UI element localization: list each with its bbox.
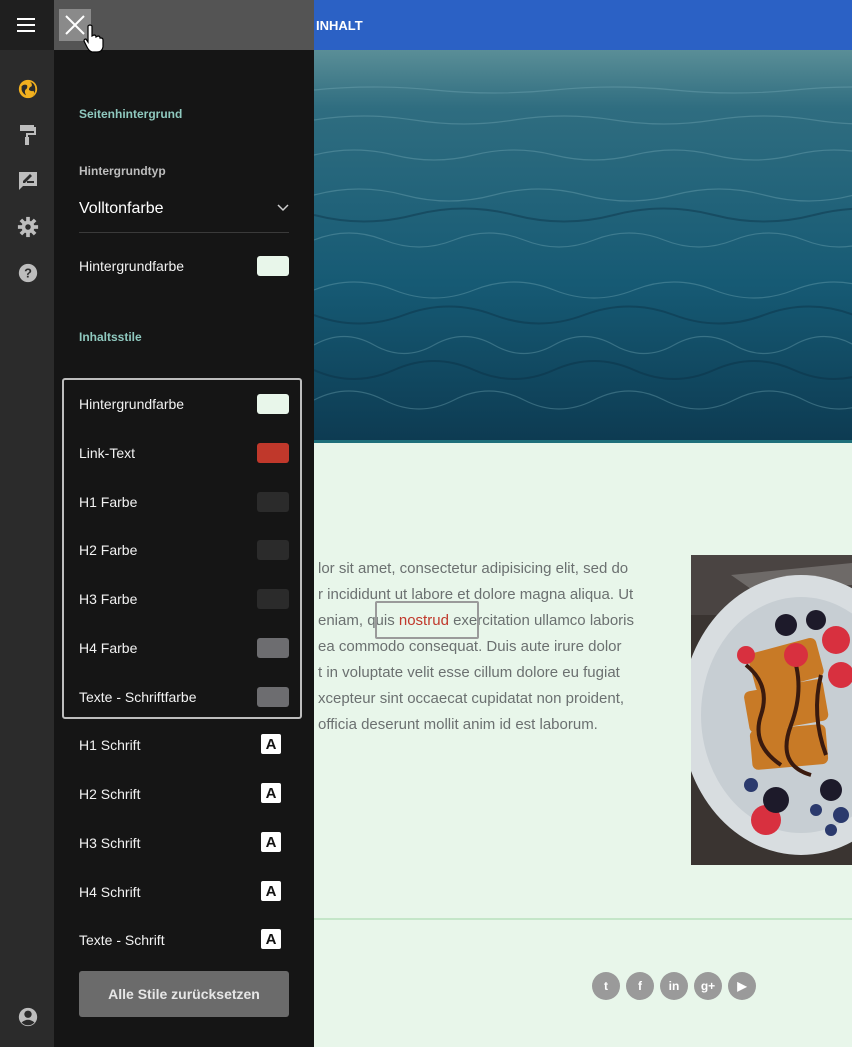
account-icon[interactable] — [14, 1003, 42, 1031]
paragraph-line: officia deserunt mollit anim id est labo… — [318, 716, 598, 733]
page-background-color-swatch[interactable] — [257, 256, 289, 276]
color-row-label: H1 Farbe — [79, 494, 138, 510]
font-row[interactable]: H1 Schrift A — [79, 732, 289, 760]
hero-bottom-border — [314, 440, 852, 443]
font-icon[interactable]: A — [261, 832, 281, 852]
color-row-label: H2 Farbe — [79, 542, 138, 558]
color-row[interactable]: H4 Farbe — [79, 635, 289, 663]
color-swatch[interactable] — [257, 443, 289, 463]
page-background-color-row[interactable]: Hintergrundfarbe — [79, 253, 289, 281]
link-highlight-box — [375, 601, 479, 639]
icon-rail: ? — [0, 0, 54, 1047]
font-icon[interactable]: A — [261, 783, 281, 803]
font-row[interactable]: H2 Schrift A — [79, 781, 289, 809]
globe-icon[interactable] — [14, 75, 42, 103]
footer-divider — [314, 918, 852, 920]
section-title-content-styles: Inhaltsstile — [79, 330, 142, 344]
color-row-label: Texte - Schriftfarbe — [79, 689, 197, 705]
font-row[interactable]: H3 Schrift A — [79, 830, 289, 858]
paragraph-line: r incididunt ut labore et dolore magna a… — [318, 586, 634, 603]
color-row-label: Hintergrundfarbe — [79, 396, 185, 412]
color-swatch[interactable] — [257, 540, 289, 560]
gear-icon[interactable] — [14, 213, 42, 241]
google-plus-icon[interactable]: g+ — [694, 972, 722, 1000]
font-row-label: H4 Schrift — [79, 884, 141, 900]
help-icon[interactable]: ? — [14, 259, 42, 287]
font-icon[interactable]: A — [261, 734, 281, 754]
body-paragraph: lor sit amet, consectetur adipisicing el… — [318, 556, 678, 738]
font-row[interactable]: Texte - Schrift A — [79, 927, 289, 955]
hand-cursor-icon — [83, 24, 104, 53]
style-settings-panel: Seitenhintergrund Hintergrundtyp Vollton… — [54, 0, 314, 1047]
color-swatch[interactable] — [257, 638, 289, 658]
facebook-icon[interactable]: f — [626, 972, 654, 1000]
color-row[interactable]: Hintergrundfarbe — [79, 391, 289, 419]
color-swatch[interactable] — [257, 687, 289, 707]
paragraph-line: t in voluptate velit esse cillum dolore … — [318, 664, 620, 681]
paragraph-line: lor sit amet, consectetur adipisicing el… — [318, 560, 629, 577]
color-row[interactable]: H3 Farbe — [79, 586, 289, 614]
section-title-page-background: Seitenhintergrund — [79, 107, 183, 121]
color-row[interactable]: H1 Farbe — [79, 489, 289, 517]
edit-comment-icon[interactable] — [14, 167, 42, 195]
font-icon[interactable]: A — [261, 929, 281, 949]
background-type-select[interactable]: Volltonfarbe — [79, 196, 289, 233]
color-swatch[interactable] — [257, 589, 289, 609]
color-row-label: Link-Text — [79, 445, 136, 461]
color-row[interactable]: Texte - Schriftfarbe — [79, 684, 289, 712]
reset-all-styles-button[interactable]: Alle Stile zurücksetzen — [79, 971, 289, 1017]
paint-roller-icon[interactable] — [14, 121, 42, 149]
color-row-label: H3 Farbe — [79, 591, 138, 607]
color-swatch[interactable] — [257, 394, 289, 414]
paragraph-line: eniam, quis nostrud exercitation ullamco… — [318, 608, 678, 634]
linkedin-icon[interactable]: in — [660, 972, 688, 1000]
paragraph-line: xcepteur sint occaecat cupidatat non pro… — [318, 690, 625, 707]
background-type-value: Volltonfarbe — [79, 200, 164, 217]
chevron-down-icon — [277, 204, 289, 212]
font-row-label: H1 Schrift — [79, 737, 141, 753]
color-swatch[interactable] — [257, 492, 289, 512]
top-navigation: INHALT — [314, 0, 852, 50]
menu-icon[interactable] — [0, 0, 54, 50]
twitter-icon[interactable]: t — [592, 972, 620, 1000]
font-row-label: Texte - Schrift — [79, 932, 165, 948]
hero-image-water — [314, 50, 852, 440]
color-row-label: H4 Farbe — [79, 640, 138, 656]
font-row[interactable]: H4 Schrift A — [79, 879, 289, 907]
font-row-label: H3 Schrift — [79, 835, 141, 851]
color-row[interactable]: H2 Farbe — [79, 537, 289, 565]
social-icons: t f in g+ ▶ — [592, 972, 756, 1000]
svg-text:?: ? — [24, 266, 32, 281]
paragraph-line: ea commodo consequat. Duis aute irure do… — [318, 638, 622, 655]
youtube-icon[interactable]: ▶ — [728, 972, 756, 1000]
nav-link-inhalt[interactable]: INHALT — [316, 18, 363, 33]
page-background-color-label: Hintergrundfarbe — [79, 258, 185, 274]
waffle-berries-image — [691, 555, 852, 865]
color-row[interactable]: Link-Text — [79, 440, 289, 468]
font-row-label: H2 Schrift — [79, 786, 141, 802]
background-type-label: Hintergrundtyp — [79, 164, 166, 178]
font-icon[interactable]: A — [261, 881, 281, 901]
